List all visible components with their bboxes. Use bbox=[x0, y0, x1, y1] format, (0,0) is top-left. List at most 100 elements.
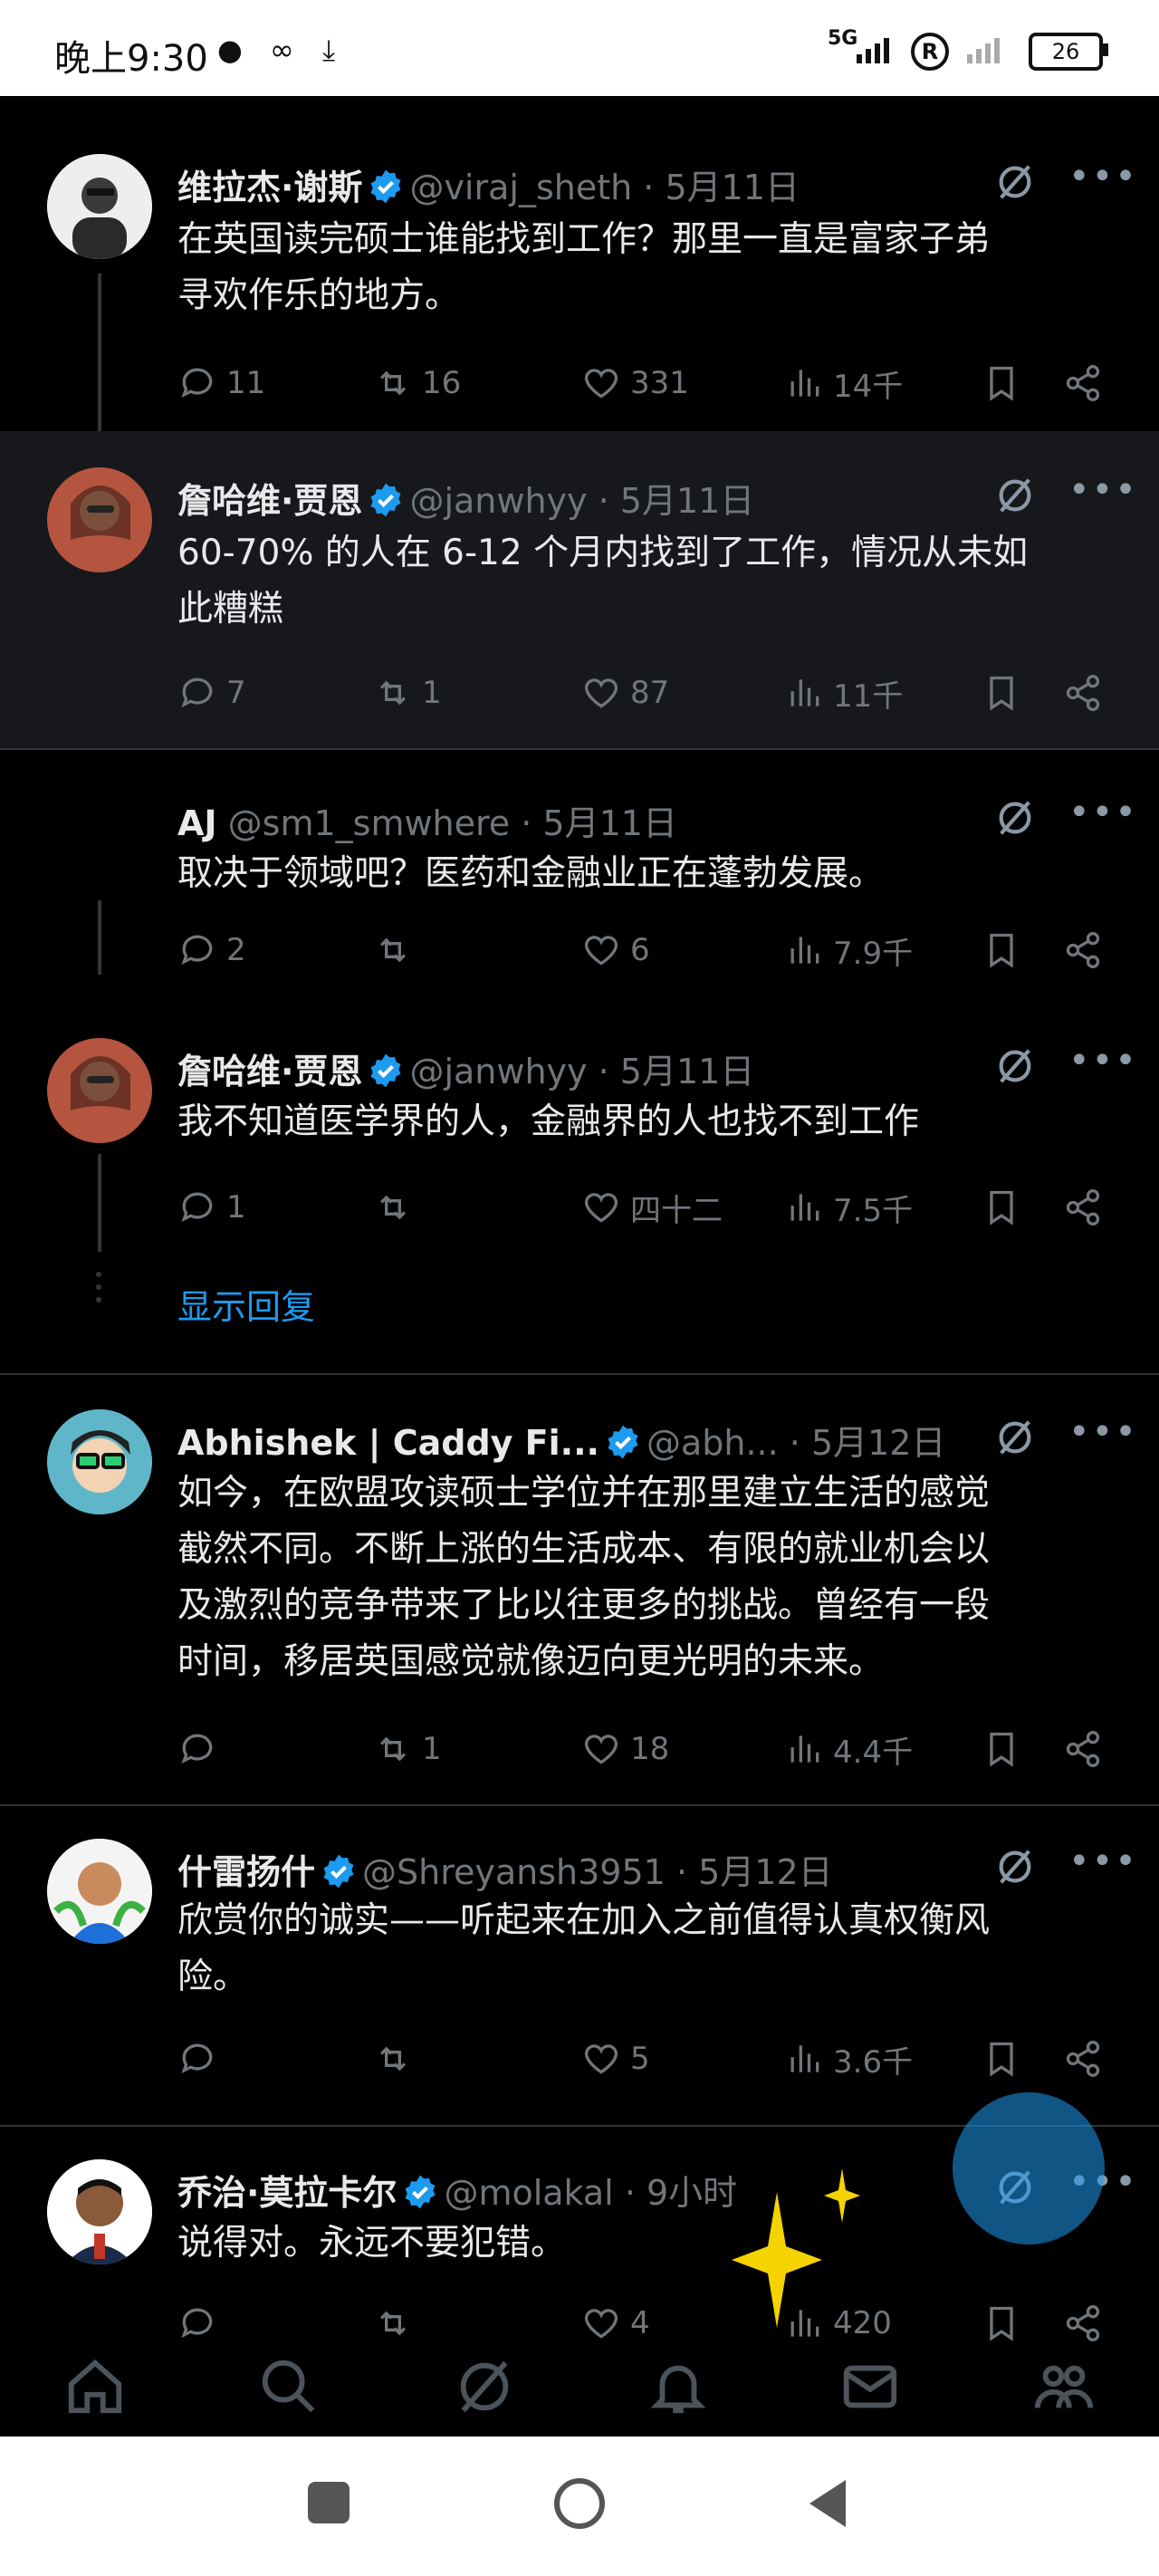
author-name[interactable]: 詹哈维·贾恩 bbox=[177, 1052, 362, 1091]
reply-button[interactable]: 2 bbox=[177, 928, 246, 973]
bookmark-button[interactable] bbox=[982, 360, 1030, 406]
like-icon bbox=[584, 936, 618, 966]
grok-icon[interactable] bbox=[994, 475, 1036, 516]
author-handle[interactable]: @viraj_sheth bbox=[409, 168, 632, 207]
tweet-text: 取决于领域吧？医药和金融业正在蓬勃发展。 bbox=[177, 846, 1119, 902]
bookmark-button[interactable] bbox=[982, 1726, 1030, 1772]
recents-button[interactable] bbox=[308, 2482, 350, 2523]
grok-nav-icon[interactable] bbox=[453, 2355, 516, 2418]
views-button[interactable]: 7.5千 bbox=[784, 1185, 913, 1230]
avatar[interactable] bbox=[47, 1038, 152, 1143]
author-handle[interactable]: @sm1_smwhere bbox=[228, 803, 511, 843]
grok-icon[interactable] bbox=[994, 1045, 1036, 1087]
download-icon: ⤓ bbox=[322, 33, 336, 67]
grok-icon[interactable] bbox=[994, 1846, 1036, 1888]
more-icon[interactable]: ••• bbox=[1068, 469, 1138, 511]
grok-icon[interactable] bbox=[994, 161, 1036, 203]
more-icon[interactable]: ••• bbox=[1068, 1411, 1138, 1453]
like-icon bbox=[584, 369, 618, 399]
more-icon[interactable]: ••• bbox=[1068, 792, 1138, 833]
tweet[interactable]: Abhishek | Caddy Fi... @abh... · 5月12日 ••… bbox=[0, 1375, 1159, 1806]
author-name[interactable]: 乔治·莫拉卡尔 bbox=[177, 2173, 397, 2213]
bookmark-button[interactable] bbox=[982, 2036, 1030, 2081]
author-name[interactable]: 詹哈维·贾恩 bbox=[177, 481, 362, 521]
retweet-button[interactable] bbox=[373, 2036, 422, 2081]
reply-icon bbox=[181, 2043, 213, 2074]
back-button[interactable] bbox=[809, 2480, 846, 2527]
avatar[interactable] bbox=[47, 467, 152, 572]
author-handle[interactable]: @Shreyansh3951 bbox=[362, 1852, 666, 1892]
author-handle[interactable]: @molakal bbox=[444, 2173, 613, 2213]
author-handle[interactable]: @abh... bbox=[647, 1423, 779, 1463]
communities-icon[interactable] bbox=[1032, 2355, 1096, 2418]
views-button[interactable]: 4.4千 bbox=[784, 1726, 913, 1772]
like-button[interactable]: 331 bbox=[581, 360, 689, 406]
compose-fab[interactable] bbox=[953, 2092, 1105, 2244]
bookmark-button[interactable] bbox=[982, 1185, 1030, 1230]
tweet-date[interactable]: 5月12日 bbox=[698, 1852, 833, 1892]
reply-button[interactable]: 11 bbox=[177, 360, 265, 406]
grok-icon[interactable] bbox=[994, 1417, 1036, 1458]
retweet-button[interactable]: 1 bbox=[373, 670, 442, 716]
reply-button[interactable]: 7 bbox=[177, 670, 246, 716]
views-button[interactable]: 14千 bbox=[784, 360, 903, 406]
tweet-date[interactable]: 5月11日 bbox=[665, 168, 800, 207]
author-handle[interactable]: @janwhyy bbox=[409, 1052, 587, 1091]
share-button[interactable] bbox=[1063, 1726, 1112, 1772]
share-button[interactable] bbox=[1063, 928, 1112, 973]
reply-icon bbox=[181, 935, 213, 966]
author-name[interactable]: 维拉杰·谢斯 bbox=[177, 168, 362, 207]
avatar[interactable] bbox=[47, 2159, 152, 2264]
retweet-button[interactable]: 1 bbox=[373, 1726, 442, 1772]
like-button[interactable]: 18 bbox=[581, 1726, 669, 1772]
tweet-date[interactable]: 5月11日 bbox=[542, 803, 677, 843]
tweet-date[interactable]: 5月11日 bbox=[620, 481, 755, 521]
more-icon[interactable]: ••• bbox=[1068, 1841, 1138, 1882]
like-button[interactable]: 5 bbox=[581, 2036, 650, 2081]
share-button[interactable] bbox=[1063, 670, 1112, 716]
avatar[interactable] bbox=[47, 154, 152, 259]
more-icon[interactable]: ••• bbox=[1068, 156, 1138, 197]
more-icon[interactable]: ••• bbox=[1068, 1040, 1138, 1081]
avatar[interactable] bbox=[47, 1839, 152, 1944]
tweet-date[interactable]: 5月12日 bbox=[811, 1423, 946, 1463]
share-icon bbox=[1066, 365, 1100, 401]
author-name[interactable]: AJ bbox=[177, 803, 217, 843]
views-button[interactable]: 7.9千 bbox=[784, 928, 913, 973]
tweet-date[interactable]: 9小时 bbox=[647, 2173, 737, 2213]
reply-button[interactable]: 1 bbox=[177, 1185, 246, 1230]
share-button[interactable] bbox=[1063, 2036, 1112, 2081]
author-name[interactable]: 什雷扬什 bbox=[177, 1852, 315, 1892]
notifications-icon[interactable] bbox=[647, 2355, 710, 2418]
bookmark-button[interactable] bbox=[982, 670, 1030, 716]
share-button[interactable] bbox=[1063, 360, 1112, 406]
views-icon bbox=[790, 1735, 819, 1763]
like-button[interactable]: 四十二 bbox=[581, 1185, 723, 1230]
reply-button[interactable] bbox=[177, 1726, 226, 1772]
views-button[interactable]: 3.6千 bbox=[784, 2036, 913, 2081]
share-button[interactable] bbox=[1063, 1185, 1112, 1230]
retweet-button[interactable]: 16 bbox=[373, 360, 461, 406]
bookmark-button[interactable] bbox=[982, 928, 1030, 973]
like-button[interactable]: 87 bbox=[581, 670, 669, 716]
views-button[interactable]: 11千 bbox=[784, 670, 903, 716]
grok-icon[interactable] bbox=[994, 797, 1036, 839]
avatar[interactable] bbox=[47, 1409, 152, 1514]
author-handle[interactable]: @janwhyy bbox=[409, 481, 587, 521]
tweet-line: 欣赏你的诚实——听起来在加入之前值得认真权衡风 bbox=[177, 1900, 991, 1941]
search-icon[interactable] bbox=[257, 2355, 321, 2418]
home-icon[interactable] bbox=[63, 2355, 127, 2418]
retweet-button[interactable] bbox=[373, 928, 422, 973]
tweet-line: 截然不同。不断上涨的生活成本、有限的就业机会以 bbox=[177, 1529, 991, 1570]
tweet[interactable]: 什雷扬什 @Shreyansh3951 · 5月12日 ••• 欣赏你的诚实——听… bbox=[0, 1806, 1159, 2127]
reply-button[interactable] bbox=[177, 2036, 226, 2081]
tweet-date[interactable]: 5月11日 bbox=[620, 1052, 755, 1091]
author-name[interactable]: Abhishek | Caddy Fi... bbox=[177, 1423, 599, 1463]
tweet[interactable]: 维拉杰·谢斯 @viraj_sheth · 5月11日 ••• 在英国读完硕士谁能… bbox=[0, 96, 1159, 449]
home-button[interactable] bbox=[554, 2478, 605, 2529]
like-button[interactable]: 6 bbox=[581, 928, 650, 973]
retweet-button[interactable] bbox=[373, 1185, 422, 1230]
tweet[interactable]: 詹哈维·贾恩 @janwhyy · 5月11日 ••• 60-70% 的人在 6-… bbox=[0, 431, 1159, 750]
messages-icon[interactable] bbox=[838, 2355, 902, 2418]
show-replies-link[interactable]: 显示回复 bbox=[177, 1279, 315, 1329]
